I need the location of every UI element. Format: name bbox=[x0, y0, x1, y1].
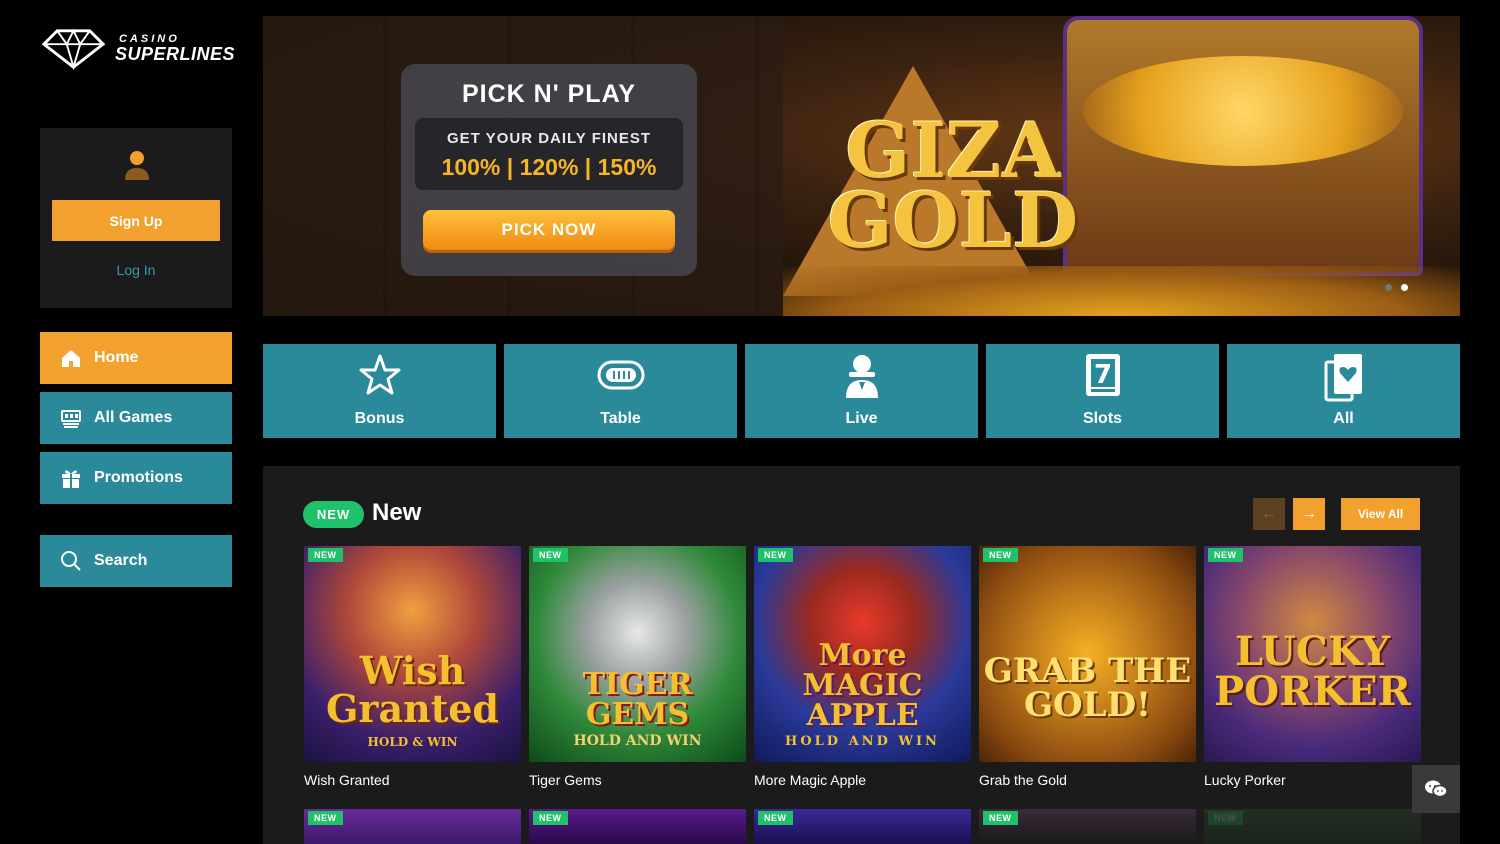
new-tag: NEW bbox=[1208, 548, 1243, 562]
cards-heart-icon bbox=[1324, 354, 1362, 402]
new-tag: NEW bbox=[983, 548, 1018, 562]
category-live-label: Live bbox=[845, 410, 878, 427]
game-name[interactable]: More Magic Apple bbox=[754, 772, 866, 788]
new-tag: NEW bbox=[758, 811, 793, 825]
category-table-label: Table bbox=[600, 410, 641, 427]
category-bonus-label: Bonus bbox=[354, 410, 405, 427]
game-card-partial[interactable]: NEW bbox=[1204, 809, 1421, 844]
game-name[interactable]: Wish Granted bbox=[304, 772, 390, 788]
category-slots[interactable]: 7 Slots bbox=[986, 344, 1219, 438]
nav-all-games-label: All Games bbox=[94, 409, 173, 426]
hero-banner[interactable]: GIZA GOLD PICK N' PLAY GET YOUR DAILY FI… bbox=[263, 16, 1460, 316]
category-bonus[interactable]: Bonus bbox=[263, 344, 496, 438]
promo-subtitle: GET YOUR DAILY FINEST bbox=[446, 130, 652, 147]
game-art-wish-granted: Wish Granted HOLD & WIN bbox=[304, 648, 521, 749]
game-art-tiger-gems: TIGER GEMS HOLD AND WIN bbox=[529, 667, 746, 749]
new-tag: NEW bbox=[308, 548, 343, 562]
gift-icon bbox=[60, 467, 82, 489]
game-art-title: GRAB THE GOLD! bbox=[983, 651, 1192, 725]
slide-dot-2-active[interactable] bbox=[1401, 284, 1408, 291]
game-art-title: Wish Granted bbox=[325, 648, 500, 731]
new-tag: NEW bbox=[533, 548, 568, 562]
slot-machine-icon bbox=[60, 407, 82, 429]
category-all-label: All bbox=[1333, 410, 1354, 427]
promo-offer-box: GET YOUR DAILY FINEST 100% | 120% | 150% bbox=[415, 118, 683, 190]
game-card-partial[interactable]: NEW bbox=[979, 809, 1196, 844]
nav-search-label: Search bbox=[94, 552, 148, 569]
log-in-link[interactable]: Log In bbox=[40, 262, 232, 278]
category-slots-label: Slots bbox=[1082, 410, 1123, 427]
casino-page: CASINO SUPERLINES Sign Up Log In Home Al… bbox=[0, 0, 1500, 844]
game-card-more-magic-apple[interactable]: NEW More MAGIC APPLE HOLD AND WIN bbox=[754, 546, 971, 762]
chip-icon bbox=[597, 360, 644, 390]
search-icon bbox=[60, 550, 82, 572]
logo-superlines-text: SUPERLINES bbox=[114, 43, 235, 64]
game-art-subtitle: HOLD AND WIN bbox=[785, 734, 940, 749]
view-all-button[interactable]: View All bbox=[1341, 498, 1420, 530]
logo-casino-text: CASINO bbox=[118, 32, 180, 45]
slide-dot-1[interactable] bbox=[1385, 284, 1392, 291]
nav-home[interactable]: Home bbox=[40, 332, 232, 384]
sign-up-button[interactable]: Sign Up bbox=[52, 200, 220, 241]
dealer-icon bbox=[845, 355, 878, 398]
game-card-partial[interactable]: NEW bbox=[754, 809, 971, 844]
pick-now-button[interactable]: PICK NOW bbox=[423, 210, 675, 250]
game-card-lucky-porker[interactable]: NEW LUCKY PORKER bbox=[1204, 546, 1421, 762]
new-tag: NEW bbox=[533, 811, 568, 825]
svg-text:7: 7 bbox=[1093, 360, 1111, 390]
game-name[interactable]: Lucky Porker bbox=[1204, 772, 1286, 788]
game-art-subtitle: HOLD AND WIN bbox=[573, 733, 702, 749]
home-icon bbox=[60, 347, 82, 369]
gold-pile-art bbox=[1083, 56, 1403, 166]
promo-percentages: 100% | 120% | 150% bbox=[441, 154, 657, 180]
section-title: New bbox=[372, 499, 422, 526]
category-table[interactable]: Table bbox=[504, 344, 737, 438]
new-tag: NEW bbox=[308, 811, 343, 825]
game-card-wish-granted[interactable]: NEW Wish Granted HOLD & WIN bbox=[304, 546, 521, 762]
category-all[interactable]: All bbox=[1227, 344, 1460, 438]
game-art-subtitle: HOLD & WIN bbox=[367, 735, 458, 749]
carousel-prev-button[interactable]: ← bbox=[1253, 498, 1285, 530]
nav-home-label: Home bbox=[94, 349, 139, 366]
chat-bubbles-icon bbox=[1425, 780, 1448, 798]
arrow-right-icon: → bbox=[1301, 505, 1317, 522]
nav-promotions-label: Promotions bbox=[94, 469, 183, 486]
game-art-title: LUCKY PORKER bbox=[1214, 628, 1411, 715]
new-games-section: NEW New ← → View All NEW Wish Granted HO… bbox=[263, 466, 1460, 844]
brand-logo[interactable]: CASINO SUPERLINES bbox=[40, 22, 235, 74]
pick-n-play-card: PICK N' PLAY GET YOUR DAILY FINEST 100% … bbox=[401, 64, 697, 276]
nav-promotions[interactable]: Promotions bbox=[40, 452, 232, 504]
game-name[interactable]: Grab the Gold bbox=[979, 772, 1067, 788]
slot-seven-icon: 7 bbox=[1085, 354, 1120, 396]
game-card-tiger-gems[interactable]: NEW TIGER GEMS HOLD AND WIN bbox=[529, 546, 746, 762]
game-card-partial[interactable]: NEW bbox=[529, 809, 746, 844]
diamond-logo-icon bbox=[41, 28, 106, 71]
new-tag: NEW bbox=[983, 811, 1018, 825]
arrow-left-icon: ← bbox=[1261, 505, 1277, 522]
category-live[interactable]: Live bbox=[745, 344, 978, 438]
coins-art bbox=[783, 266, 1460, 316]
star-icon bbox=[359, 354, 400, 395]
game-art-grab-the-gold: GRAB THE GOLD! bbox=[979, 654, 1196, 722]
nav-search[interactable]: Search bbox=[40, 535, 232, 587]
giza-logo-line2: GOLD bbox=[827, 176, 1079, 265]
game-card-grab-the-gold[interactable]: NEW GRAB THE GOLD! bbox=[979, 546, 1196, 762]
game-art-more-magic-apple: More MAGIC APPLE HOLD AND WIN bbox=[754, 638, 971, 749]
chat-button[interactable] bbox=[1412, 765, 1460, 813]
user-avatar-icon bbox=[125, 151, 149, 180]
carousel-next-button[interactable]: → bbox=[1293, 498, 1325, 530]
game-name[interactable]: Tiger Gems bbox=[529, 772, 602, 788]
new-tag: NEW bbox=[758, 548, 793, 562]
auth-panel: Sign Up Log In bbox=[40, 128, 232, 308]
nav-all-games[interactable]: All Games bbox=[40, 392, 232, 444]
game-art-title: More MAGIC APPLE bbox=[802, 638, 923, 733]
game-art-lucky-porker: LUCKY PORKER bbox=[1204, 632, 1421, 712]
new-badge: NEW bbox=[303, 501, 364, 528]
new-tag: NEW bbox=[1208, 811, 1243, 825]
giza-gold-logo: GIZA GOLD bbox=[793, 113, 1113, 265]
game-card-partial[interactable]: NEW bbox=[304, 809, 521, 844]
game-art-title: TIGER GEMS bbox=[582, 667, 693, 732]
promo-title: PICK N' PLAY bbox=[462, 80, 636, 108]
